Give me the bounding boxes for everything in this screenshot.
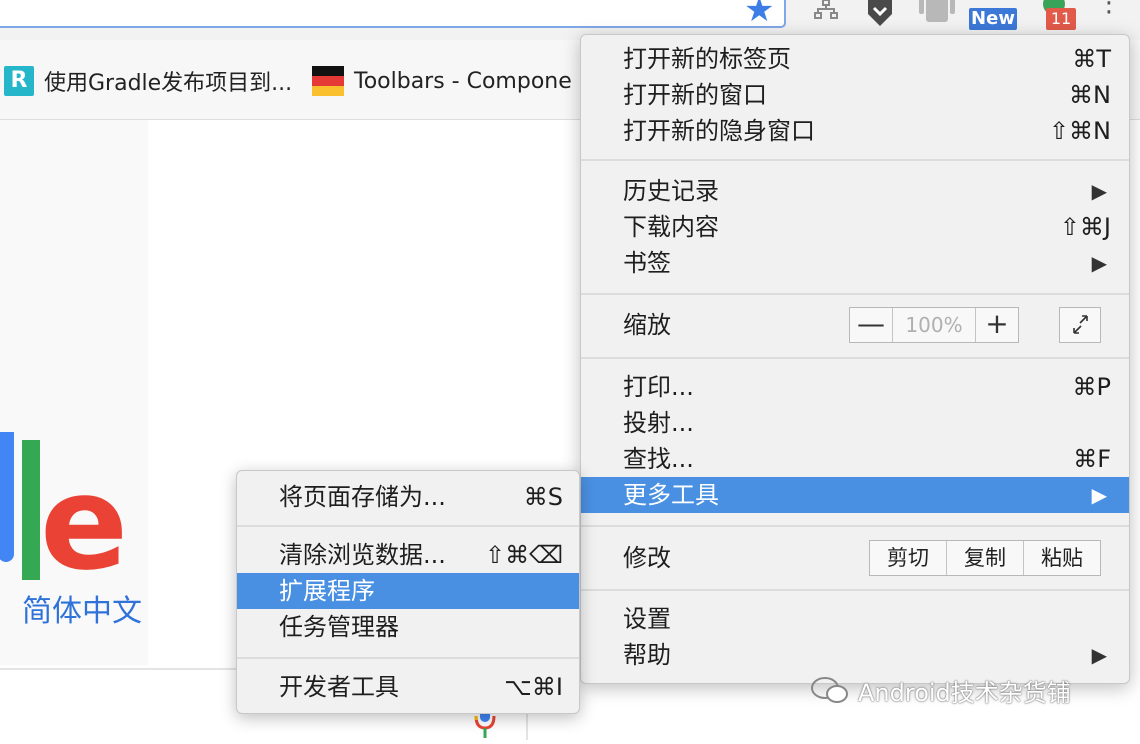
menu-item-new-window[interactable]: 打开新的窗口 ⌘N [581,77,1129,113]
watermark: Android技术杂货铺 [810,672,1071,708]
menu-item-label: 开发者工具 [279,673,399,701]
zoom-out-button[interactable]: — [850,308,893,342]
menu-item-label: 投射... [623,409,694,437]
submenu-item-clear-data[interactable]: 清除浏览数据... ⇧⌘⌫ [237,537,579,573]
menu-item-print[interactable]: 打印... ⌘P [581,369,1129,405]
notification-extension-icon[interactable]: 11 [1034,0,1078,30]
menu-item-history[interactable]: 历史记录 ▶ [581,173,1129,209]
menu-item-label: 下载内容 [623,213,719,241]
wechat-icon [811,677,848,703]
menu-item-cast[interactable]: 投射... [581,405,1129,441]
bookmark-item-toolbars[interactable]: Toolbars - Compone [312,64,572,98]
menu-item-downloads[interactable]: 下载内容 ⇧⌘J [581,209,1129,245]
fullscreen-button[interactable] [1059,307,1101,343]
address-bar[interactable] [0,0,786,28]
watermark-text: Android技术杂货铺 [858,678,1071,707]
copy-button[interactable]: 复制 [947,541,1024,575]
network-icon[interactable] [812,0,840,24]
bookmark-label: Toolbars - Compone [354,68,572,94]
shortcut-label: ⇧⌘J [1059,213,1111,241]
shortcut-label: ⌘T [1072,45,1111,73]
menu-item-label: 查找... [623,445,694,473]
android-icon[interactable] [918,0,956,24]
edit-controls: 剪切 复制 粘贴 [869,540,1101,576]
download-shield-icon[interactable] [864,0,896,28]
menu-item-more-tools[interactable]: 更多工具 ▶ [581,477,1129,513]
submenu-arrow-icon: ▶ [1091,179,1107,203]
zoom-control: — 100% + [849,307,1019,343]
shortcut-label: ⌘F [1073,445,1111,473]
menu-item-label: 设置 [623,605,671,633]
menu-separator [237,657,579,659]
submenu-item-dev-tools[interactable]: 开发者工具 ⌥⌘I [237,669,579,705]
language-link[interactable]: 简体中文 [22,586,142,630]
logo-letter-l [22,440,40,580]
menu-item-label: 缩放 [623,311,671,339]
zoom-in-button[interactable]: + [976,308,1018,342]
menu-item-label: 更多工具 [623,481,719,509]
logo-letter-e: e [40,447,129,599]
submenu-arrow-icon: ▶ [1091,643,1107,667]
submenu-item-task-manager[interactable]: 任务管理器 [237,609,579,645]
shortcut-label: ⌘P [1072,373,1111,401]
shortcut-label: ⌘S [523,483,563,511]
menu-kebab-icon[interactable]: ⋮ [1096,0,1122,26]
zoom-level: 100% [893,308,976,342]
menu-separator [581,293,1129,295]
menu-item-label: 打开新的隐身窗口 [623,117,815,145]
bookmark-star-icon[interactable]: ★ [744,0,774,30]
cut-button[interactable]: 剪切 [870,541,947,575]
menu-item-label: 任务管理器 [279,613,399,641]
submenu-item-extensions[interactable]: 扩展程序 [237,573,579,609]
menu-item-help[interactable]: 帮助 ▶ [581,637,1129,673]
menu-item-new-tab[interactable]: 打开新的标签页 ⌘T [581,41,1129,77]
menu-item-label: 帮助 [623,641,671,669]
menu-separator [581,589,1129,591]
paste-button[interactable]: 粘贴 [1024,541,1100,575]
menu-item-label: 打开新的窗口 [623,81,767,109]
menu-item-settings[interactable]: 设置 [581,601,1129,637]
more-tools-submenu: 将页面存储为... ⌘S 清除浏览数据... ⇧⌘⌫ 扩展程序 任务管理器 开发… [236,470,580,714]
menu-item-label: 修改 [623,544,671,572]
menu-item-label: 将页面存储为... [279,483,446,511]
shortcut-label: ⇧⌘⌫ [484,541,563,569]
submenu-arrow-icon: ▶ [1091,251,1107,275]
notification-count-badge: 11 [1046,8,1076,30]
menu-separator [237,525,579,527]
fullscreen-icon [1073,315,1088,334]
submenu-item-save-page[interactable]: 将页面存储为... ⌘S [237,479,579,515]
shortcut-label: ⇧⌘N [1048,117,1111,145]
menu-item-find[interactable]: 查找... ⌘F [581,441,1129,477]
menu-item-label: 打印... [623,373,694,401]
shortcut-label: ⌘N [1069,81,1111,109]
menu-item-bookmarks[interactable]: 书签 ▶ [581,245,1129,281]
menu-item-label: 清除浏览数据... [279,541,446,569]
menu-item-label: 书签 [623,249,671,277]
menu-separator [581,525,1129,527]
submenu-arrow-icon: ▶ [1091,483,1107,507]
chrome-main-menu: 打开新的标签页 ⌘T 打开新的窗口 ⌘N 打开新的隐身窗口 ⇧⌘N 历史记录 ▶… [580,34,1130,684]
r-favicon: R [4,66,34,96]
new-extension-icon[interactable]: New [969,0,1017,30]
menu-item-label: 历史记录 [623,177,719,205]
flag-favicon [312,66,344,96]
menu-item-label: 打开新的标签页 [623,45,791,73]
menu-item-label: 扩展程序 [279,577,375,605]
new-badge: New [969,8,1017,30]
menu-item-new-incognito[interactable]: 打开新的隐身窗口 ⇧⌘N [581,113,1129,149]
menu-separator [581,357,1129,359]
bookmark-item-gradle[interactable]: R 使用Gradle发布项目到... [4,64,292,98]
menu-separator [581,159,1129,161]
shortcut-label: ⌥⌘I [504,673,563,701]
bookmark-label: 使用Gradle发布项目到... [44,71,293,96]
logo-letter-g [0,432,14,562]
